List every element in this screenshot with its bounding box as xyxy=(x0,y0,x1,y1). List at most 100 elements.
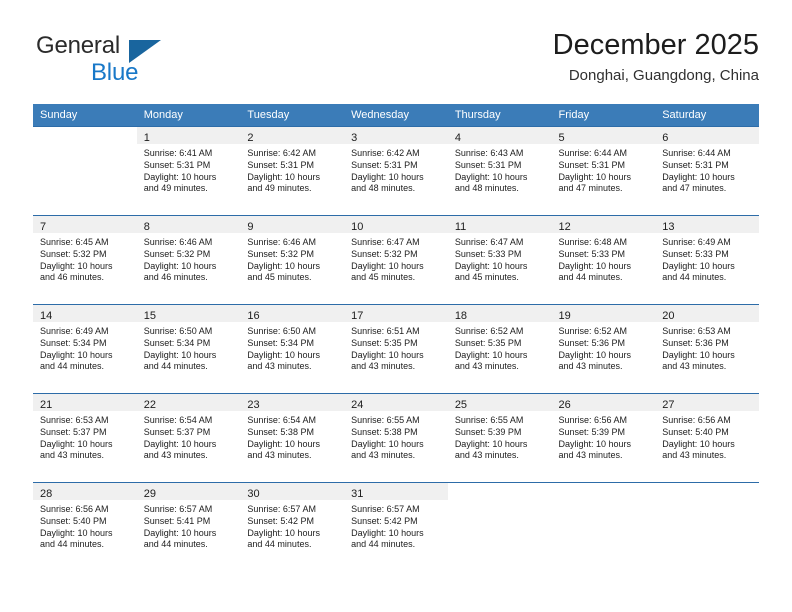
calendar-day-cell[interactable]: 10 Sunrise: 6:47 AM Sunset: 5:32 PM Dayligh… xyxy=(344,215,448,305)
day-number-band: 6 xyxy=(655,127,759,144)
sunrise-time: Sunrise: 6:45 AM xyxy=(40,237,109,247)
day-number: 8 xyxy=(143,221,150,233)
day-cell-content: 14 Sunrise: 6:49 AM Sunset: 5:34 PM Dayligh… xyxy=(33,305,137,393)
calendar-week-row: 28 Sunrise: 6:56 AM Sunset: 5:40 PM Dayligh… xyxy=(33,482,759,571)
calendar-day-cell[interactable]: 5 Sunrise: 6:44 AM Sunset: 5:31 PM Daylight… xyxy=(551,126,656,216)
day-number-band xyxy=(448,483,552,500)
daylight-duration-line-2: and 45 minutes. xyxy=(454,272,519,283)
day-number: 1 xyxy=(143,132,150,144)
daylight-duration-line-2: and 44 minutes. xyxy=(558,272,623,283)
day-number: 25 xyxy=(454,399,468,411)
daylight-duration-line-2: and 43 minutes. xyxy=(351,361,416,372)
calendar-day-cell[interactable]: 20 Sunrise: 6:53 AM Sunset: 5:36 PM Dayligh… xyxy=(655,304,759,394)
day-number-band: 15 xyxy=(136,305,241,322)
location-subtitle: Donghai, Guangdong, China xyxy=(568,67,759,84)
day-details: Sunrise: 6:41 AM Sunset: 5:31 PM Daylight:… xyxy=(137,144,241,195)
calendar-day-cell[interactable]: 8 Sunrise: 6:46 AM Sunset: 5:32 PM Daylight… xyxy=(136,215,241,305)
calendar-day-cell[interactable]: 12 Sunrise: 6:48 AM Sunset: 5:33 PM Dayligh… xyxy=(551,215,656,305)
day-number: 5 xyxy=(558,132,565,144)
daylight-duration-line-2: and 43 minutes. xyxy=(143,450,208,461)
day-cell-content: 16 Sunrise: 6:50 AM Sunset: 5:34 PM Dayligh… xyxy=(240,305,345,393)
calendar-day-cell[interactable]: 26 Sunrise: 6:56 AM Sunset: 5:39 PM Dayligh… xyxy=(551,393,656,483)
day-number-band: 29 xyxy=(136,483,241,500)
calendar-day-cell[interactable]: 1 Sunrise: 6:41 AM Sunset: 5:31 PM Daylight… xyxy=(136,126,241,216)
sunset-time: Sunset: 5:34 PM xyxy=(247,337,314,348)
calendar-day-cell[interactable]: 29 Sunrise: 6:57 AM Sunset: 5:41 PM Dayligh… xyxy=(136,482,241,571)
calendar-day-cell[interactable]: 6 Sunrise: 6:44 AM Sunset: 5:31 PM Daylight… xyxy=(655,126,759,216)
calendar-day-cell[interactable]: 14 Sunrise: 6:49 AM Sunset: 5:34 PM Dayligh… xyxy=(33,304,137,394)
day-details: Sunrise: 6:47 AM Sunset: 5:32 PM Daylight:… xyxy=(344,233,448,284)
day-details: Sunrise: 6:50 AM Sunset: 5:34 PM Daylight:… xyxy=(137,322,241,373)
calendar-day-cell[interactable]: 18 Sunrise: 6:52 AM Sunset: 5:35 PM Dayligh… xyxy=(447,304,552,394)
sunrise-time: Sunrise: 6:43 AM xyxy=(454,148,524,158)
weekday-header-wednesday: Wednesday xyxy=(344,104,448,127)
sunrise-time: Sunrise: 6:55 AM xyxy=(454,415,524,425)
calendar-day-cell[interactable] xyxy=(447,482,552,571)
calendar-day-cell[interactable]: 15 Sunrise: 6:50 AM Sunset: 5:34 PM Dayligh… xyxy=(136,304,241,394)
day-number-band: 1 xyxy=(136,127,241,144)
calendar-day-cell[interactable]: 13 Sunrise: 6:49 AM Sunset: 5:33 PM Dayligh… xyxy=(655,215,759,305)
day-number: 16 xyxy=(247,310,260,322)
sunrise-time: Sunrise: 6:54 AM xyxy=(247,415,316,425)
daylight-duration-line-2: and 48 minutes. xyxy=(351,183,416,194)
sunrise-sunset-calendar: Sunday Monday Tuesday Wednesday Thursday… xyxy=(33,104,759,571)
day-number-band: 3 xyxy=(344,127,448,144)
sunrise-time: Sunrise: 6:57 AM xyxy=(143,504,213,514)
daylight-duration-line-2: and 44 minutes. xyxy=(143,361,208,372)
calendar-day-cell[interactable]: 11 Sunrise: 6:47 AM Sunset: 5:33 PM Dayligh… xyxy=(447,215,552,305)
sunrise-time: Sunrise: 6:56 AM xyxy=(40,504,109,514)
calendar-day-cell[interactable]: 9 Sunrise: 6:46 AM Sunset: 5:32 PM Daylight… xyxy=(240,215,345,305)
daylight-duration-line-2: and 43 minutes. xyxy=(662,450,727,461)
daylight-duration-line-1: Daylight: 10 hours xyxy=(454,260,528,271)
sunrise-time: Sunrise: 6:52 AM xyxy=(454,326,524,336)
sunrise-time: Sunrise: 6:56 AM xyxy=(662,415,731,425)
day-number-band: 23 xyxy=(240,394,345,411)
day-number-band: 18 xyxy=(447,305,552,322)
calendar-day-cell[interactable]: 28 Sunrise: 6:56 AM Sunset: 5:40 PM Dayligh… xyxy=(33,482,137,571)
calendar-day-cell[interactable]: 16 Sunrise: 6:50 AM Sunset: 5:34 PM Dayligh… xyxy=(240,304,345,394)
calendar-day-cell[interactable]: 30 Sunrise: 6:57 AM Sunset: 5:42 PM Dayligh… xyxy=(240,482,345,571)
calendar-day-cell[interactable]: 24 Sunrise: 6:55 AM Sunset: 5:38 PM Dayligh… xyxy=(344,393,448,483)
weekday-header-monday: Monday xyxy=(136,104,241,127)
sunrise-time: Sunrise: 6:50 AM xyxy=(247,326,316,336)
day-cell-content: 12 Sunrise: 6:48 AM Sunset: 5:33 PM Dayligh… xyxy=(551,216,656,304)
day-cell-content: 19 Sunrise: 6:52 AM Sunset: 5:36 PM Dayligh… xyxy=(551,305,656,393)
general-blue-logo[interactable]: General Blue xyxy=(33,28,253,90)
sunrise-time: Sunrise: 6:47 AM xyxy=(454,237,524,247)
calendar-day-cell[interactable] xyxy=(551,482,656,571)
daylight-duration-line-2: and 44 minutes. xyxy=(247,539,312,550)
day-details: Sunrise: 6:54 AM Sunset: 5:38 PM Daylight:… xyxy=(240,411,344,462)
calendar-day-cell[interactable]: 17 Sunrise: 6:51 AM Sunset: 5:35 PM Dayligh… xyxy=(344,304,448,394)
day-number-band: 28 xyxy=(33,483,137,500)
sunrise-time: Sunrise: 6:51 AM xyxy=(351,326,420,336)
calendar-day-cell[interactable]: 27 Sunrise: 6:56 AM Sunset: 5:40 PM Dayligh… xyxy=(655,393,759,483)
day-number-band: 2 xyxy=(240,127,345,144)
brand-name-general: General xyxy=(36,32,120,59)
day-number: 23 xyxy=(247,399,260,411)
calendar-day-cell[interactable]: 4 Sunrise: 6:43 AM Sunset: 5:31 PM Daylight… xyxy=(447,126,552,216)
calendar-day-cell[interactable]: 3 Sunrise: 6:42 AM Sunset: 5:31 PM Daylight… xyxy=(344,126,448,216)
daylight-duration-line-1: Daylight: 10 hours xyxy=(247,438,320,449)
daylight-duration-line-2: and 46 minutes. xyxy=(40,272,105,283)
calendar-day-cell[interactable]: 25 Sunrise: 6:55 AM Sunset: 5:39 PM Dayligh… xyxy=(447,393,552,483)
calendar-day-cell[interactable]: 22 Sunrise: 6:54 AM Sunset: 5:37 PM Dayligh… xyxy=(136,393,241,483)
daylight-duration-line-1: Daylight: 10 hours xyxy=(143,438,217,449)
calendar-day-cell[interactable]: 31 Sunrise: 6:57 AM Sunset: 5:42 PM Dayligh… xyxy=(344,482,448,571)
calendar-day-cell[interactable]: 23 Sunrise: 6:54 AM Sunset: 5:38 PM Dayligh… xyxy=(240,393,345,483)
sunset-time: Sunset: 5:38 PM xyxy=(247,426,314,437)
calendar-day-cell[interactable]: 21 Sunrise: 6:53 AM Sunset: 5:37 PM Dayligh… xyxy=(33,393,137,483)
sunset-time: Sunset: 5:34 PM xyxy=(143,337,211,348)
sunrise-time: Sunrise: 6:57 AM xyxy=(247,504,316,514)
sunset-time: Sunset: 5:35 PM xyxy=(454,337,522,348)
calendar-day-cell[interactable]: 2 Sunrise: 6:42 AM Sunset: 5:31 PM Daylight… xyxy=(240,126,345,216)
calendar-day-cell[interactable] xyxy=(655,482,759,571)
day-number-band: 7 xyxy=(33,216,137,233)
daylight-duration-line-1: Daylight: 10 hours xyxy=(247,171,320,182)
calendar-day-cell[interactable]: 7 Sunrise: 6:45 AM Sunset: 5:32 PM Daylight… xyxy=(33,215,137,305)
calendar-day-cell[interactable] xyxy=(33,126,137,216)
daylight-duration-line-2: and 47 minutes. xyxy=(558,183,623,194)
calendar-day-cell[interactable]: 19 Sunrise: 6:52 AM Sunset: 5:36 PM Dayligh… xyxy=(551,304,656,394)
day-details xyxy=(552,500,656,504)
sunset-time: Sunset: 5:38 PM xyxy=(351,426,418,437)
day-number-band: 19 xyxy=(551,305,656,322)
